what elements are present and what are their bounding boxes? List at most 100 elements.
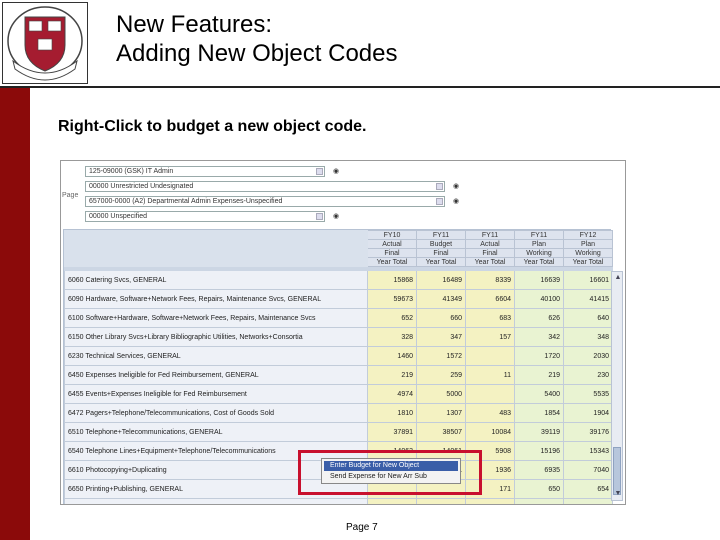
object-code-label[interactable]: 6472 Pagers+Telephone/Telecommunications… bbox=[64, 403, 368, 423]
table-cell[interactable]: 683 bbox=[465, 308, 515, 328]
header-row-2: Actual Budget Actual Plan Plan bbox=[64, 239, 613, 249]
table-row[interactable]: 6230 Technical Services, GENERAL 1460 1572… bbox=[64, 346, 613, 366]
table-cell[interactable]: 41349 bbox=[416, 289, 466, 309]
table-cell[interactable]: 6935 bbox=[514, 460, 564, 480]
object-code-label[interactable]: 6510 Telephone+Telecommunications, GENER… bbox=[64, 422, 368, 442]
table-cell[interactable]: 37891 bbox=[367, 422, 417, 442]
table-row[interactable]: 6472 Pagers+Telephone/Telecommunications… bbox=[64, 403, 613, 423]
table-cell[interactable]: 41415 bbox=[563, 289, 613, 309]
table-cell[interactable]: 1904 bbox=[563, 403, 613, 423]
table-cell[interactable]: 230 bbox=[563, 365, 613, 385]
header-row-1: FY10 FY11 FY11 FY11 FY12 bbox=[64, 230, 613, 240]
table-cell[interactable]: 40100 bbox=[514, 289, 564, 309]
table-cell[interactable]: 4974 bbox=[367, 384, 417, 404]
search-icon[interactable]: ◉ bbox=[333, 167, 339, 175]
table-cell[interactable]: 39176 bbox=[563, 422, 613, 442]
object-code-label[interactable]: 6455 Events+Expenses Ineligible for Fed … bbox=[64, 384, 368, 404]
scroll-down-icon[interactable]: ▼ bbox=[614, 490, 622, 498]
table-cell[interactable]: 5535 bbox=[563, 384, 613, 404]
header-divider bbox=[0, 86, 720, 88]
table-cell[interactable]: 8339 bbox=[465, 270, 515, 290]
table-cell[interactable]: 5400 bbox=[514, 384, 564, 404]
filter-dropdown-4[interactable]: 00000 Unspecified bbox=[85, 211, 325, 222]
table-row[interactable]: 6450 Expenses Ineligible for Fed Reimbur… bbox=[64, 365, 613, 385]
table-cell[interactable]: 16639 bbox=[514, 270, 564, 290]
table-cell[interactable]: 1720 bbox=[514, 346, 564, 366]
filter-dropdown-1[interactable]: 125-09000 (GSK) IT Admin bbox=[85, 166, 325, 177]
table-cell[interactable]: 347 bbox=[416, 327, 466, 347]
table-cell[interactable]: 15343 bbox=[563, 441, 613, 461]
table-row[interactable]: 6100 Software+Hardware, Software+Network… bbox=[64, 308, 613, 328]
table-cell[interactable]: 39119 bbox=[514, 422, 564, 442]
table-cell[interactable] bbox=[465, 384, 515, 404]
vertical-scrollbar[interactable]: ▲ ▼ bbox=[611, 271, 623, 501]
filter-dropdown-3[interactable]: 657000-0000 (A2) Departmental Admin Expe… bbox=[85, 196, 445, 207]
table-cell[interactable]: 640 bbox=[563, 308, 613, 328]
search-icon[interactable]: ◉ bbox=[333, 212, 339, 220]
object-code-label[interactable]: 6060 Catering Svcs, GENERAL bbox=[64, 270, 368, 290]
table-cell[interactable]: 42627 bbox=[514, 498, 564, 504]
table-cell[interactable]: 483 bbox=[465, 403, 515, 423]
search-icon[interactable]: ◉ bbox=[453, 197, 459, 205]
table-cell[interactable]: 328 bbox=[367, 327, 417, 347]
table-cell[interactable]: 1810 bbox=[367, 403, 417, 423]
object-code-label[interactable]: 6450 Expenses Ineligible for Fed Reimbur… bbox=[64, 365, 368, 385]
object-code-label[interactable]: 6230 Technical Services, GENERAL bbox=[64, 346, 368, 366]
column-header: FY11 bbox=[416, 230, 466, 240]
table-cell[interactable]: 219 bbox=[514, 365, 564, 385]
table-row[interactable]: 6150 Other Library Svcs+Library Bibliogr… bbox=[64, 327, 613, 347]
table-row[interactable]: 6670 Training, GENERAL 117014262743508 bbox=[64, 498, 613, 504]
object-code-label[interactable]: 6090 Hardware, Software+Network Fees, Re… bbox=[64, 289, 368, 309]
table-cell[interactable]: 38507 bbox=[416, 422, 466, 442]
table-cell[interactable]: 5000 bbox=[416, 384, 466, 404]
table-cell[interactable]: 157 bbox=[465, 327, 515, 347]
scrollbar-thumb[interactable] bbox=[613, 447, 621, 495]
column-header: Year Total bbox=[563, 257, 613, 267]
table-cell[interactable]: 11701 bbox=[465, 498, 515, 504]
table-cell[interactable]: 16601 bbox=[563, 270, 613, 290]
table-cell[interactable]: 6604 bbox=[465, 289, 515, 309]
table-cell[interactable]: 259 bbox=[416, 365, 466, 385]
table-cell[interactable]: 652 bbox=[367, 308, 417, 328]
table-cell[interactable]: 16489 bbox=[416, 270, 466, 290]
filter-value: 125-09000 (GSK) IT Admin bbox=[89, 168, 174, 175]
table-cell[interactable]: 626 bbox=[514, 308, 564, 328]
table-cell[interactable]: 11 bbox=[465, 365, 515, 385]
object-code-label[interactable]: 6100 Software+Hardware, Software+Network… bbox=[64, 308, 368, 328]
table-cell[interactable]: 1460 bbox=[367, 346, 417, 366]
table-cell[interactable]: 654 bbox=[563, 479, 613, 499]
table-cell[interactable]: 1572 bbox=[416, 346, 466, 366]
table-cell[interactable]: 7040 bbox=[563, 460, 613, 480]
table-cell[interactable]: 15196 bbox=[514, 441, 564, 461]
table-cell[interactable]: 1307 bbox=[416, 403, 466, 423]
filter-dropdown-2[interactable]: 00000 Unrestricted Undesignated bbox=[85, 181, 445, 192]
table-cell[interactable]: 342 bbox=[514, 327, 564, 347]
table-cell[interactable] bbox=[416, 498, 466, 504]
table-cell[interactable] bbox=[465, 346, 515, 366]
table-cell[interactable]: 348 bbox=[563, 327, 613, 347]
table-row[interactable]: 6090 Hardware, Software+Network Fees, Re… bbox=[64, 289, 613, 309]
object-code-label[interactable]: 6670 Training, GENERAL bbox=[64, 498, 368, 504]
table-cell[interactable]: 10084 bbox=[465, 422, 515, 442]
table-cell[interactable]: 59673 bbox=[367, 289, 417, 309]
chevron-down-icon[interactable] bbox=[436, 183, 443, 190]
table-cell[interactable]: 2030 bbox=[563, 346, 613, 366]
chevron-down-icon[interactable] bbox=[316, 168, 323, 175]
table-cell[interactable]: 1854 bbox=[514, 403, 564, 423]
search-icon[interactable]: ◉ bbox=[453, 182, 459, 190]
table-cell[interactable]: 15868 bbox=[367, 270, 417, 290]
scroll-up-icon[interactable]: ▲ bbox=[614, 274, 622, 282]
table-row[interactable]: 6455 Events+Expenses Ineligible for Fed … bbox=[64, 384, 613, 404]
object-code-label[interactable]: 6150 Other Library Svcs+Library Bibliogr… bbox=[64, 327, 368, 347]
table-cell[interactable] bbox=[367, 498, 417, 504]
chevron-down-icon[interactable] bbox=[436, 198, 443, 205]
table-row[interactable]: 6510 Telephone+Telecommunications, GENER… bbox=[64, 422, 613, 442]
table-row[interactable]: 6060 Catering Svcs, GENERAL 15868 16489 833… bbox=[64, 270, 613, 290]
chevron-down-icon[interactable] bbox=[316, 213, 323, 220]
column-header: Working bbox=[514, 248, 564, 258]
table-cell[interactable]: 650 bbox=[514, 479, 564, 499]
table-cell[interactable]: 43508 bbox=[563, 498, 613, 504]
table-cell[interactable]: 219 bbox=[367, 365, 417, 385]
table-cell[interactable]: 660 bbox=[416, 308, 466, 328]
column-header: Year Total bbox=[416, 257, 466, 267]
